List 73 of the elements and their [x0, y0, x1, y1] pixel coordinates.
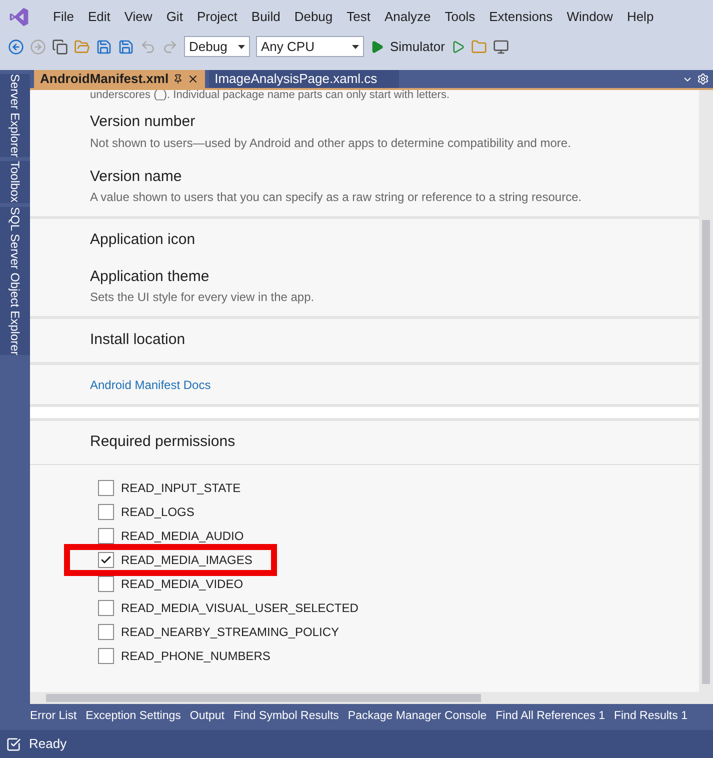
play-icon[interactable] — [370, 40, 384, 54]
setting-title: Application icon — [90, 230, 196, 250]
permission-label: READ_MEDIA_IMAGES — [121, 552, 252, 568]
menu-item[interactable]: Analyze — [377, 6, 438, 26]
setting-description: Sets the UI style for every view in the app. — [90, 289, 316, 306]
menu-item[interactable]: Project — [190, 6, 244, 26]
platform-dropdown[interactable]: Any CPU — [256, 36, 364, 57]
permission-label: READ_NEARBY_STREAMING_POLICY — [121, 624, 340, 640]
status-icon — [6, 736, 21, 752]
menu-item[interactable]: Window — [560, 6, 620, 26]
pin-icon[interactable] — [172, 74, 183, 84]
new-project-icon[interactable] — [52, 38, 68, 54]
checkbox[interactable] — [98, 648, 114, 664]
permission-label: READ_PHONE_NUMBERS — [121, 648, 270, 664]
caret-icon — [238, 44, 245, 48]
caret-icon — [352, 44, 359, 48]
menu-item[interactable]: Build — [244, 6, 288, 26]
setting-title: Version name — [90, 166, 183, 186]
menu-item[interactable]: Test — [340, 6, 378, 26]
logo-icon — [8, 6, 30, 28]
setting-title: Application theme — [90, 266, 210, 286]
run-button[interactable]: Simulator — [390, 36, 445, 56]
menu-item[interactable]: Tools — [438, 6, 482, 26]
checkbox[interactable] — [98, 504, 114, 520]
document-tab[interactable]: ImageAnalysisPage.xaml.cs — [208, 70, 399, 88]
tool-window-tab[interactable]: Package Manager Console — [348, 708, 487, 726]
side-tab[interactable]: SQL Server Object Explorer — [0, 206, 32, 356]
setting-description: A value shown to users that you can specify as a raw string or reference to a string resource. — [90, 189, 583, 206]
checkbox[interactable] — [98, 552, 114, 568]
tool-window-tab[interactable]: Find All References 1 — [496, 708, 605, 726]
checkbox[interactable] — [98, 624, 114, 640]
document-tab[interactable]: AndroidManifest.xml — [34, 70, 205, 88]
menu-item[interactable]: File — [46, 6, 81, 26]
check-icon — [100, 554, 112, 566]
folder-search-icon[interactable] — [470, 38, 487, 54]
save-all-icon[interactable] — [118, 38, 134, 54]
checkbox[interactable] — [98, 600, 114, 616]
checkbox[interactable] — [98, 528, 114, 544]
menu-item[interactable]: Git — [159, 6, 190, 26]
setting-title: Version number — [90, 112, 196, 132]
window-icon[interactable] — [492, 38, 509, 54]
tool-window-tab[interactable]: Find Results 1 — [614, 708, 688, 726]
checkbox[interactable] — [98, 480, 114, 496]
menu-item[interactable]: Debug — [287, 6, 340, 26]
save-icon[interactable] — [96, 38, 112, 54]
setting-title: Install location — [90, 330, 186, 350]
tool-window-tab[interactable]: Output — [190, 708, 224, 726]
side-tab[interactable]: Server Explorer — [0, 74, 32, 158]
settings-icon[interactable] — [697, 73, 709, 85]
setting-description: Not shown to users—used by Android and other apps to determine compatibility and more. — [90, 134, 572, 152]
tool-window-tab[interactable]: Exception Settings — [86, 708, 181, 726]
side-tab[interactable]: Toolbox — [0, 161, 32, 203]
permission-label: READ_INPUT_STATE — [121, 480, 241, 496]
tool-window-tab[interactable]: Error List — [30, 708, 77, 726]
permission-label: READ_LOGS — [121, 504, 194, 520]
permission-label: READ_MEDIA_AUDIO — [121, 528, 244, 544]
back-icon[interactable] — [8, 38, 24, 54]
partial-description: underscores (_). Individual package name parts can only start with letters. — [89, 90, 451, 101]
menu-item[interactable]: Extensions — [482, 6, 560, 26]
menu-item[interactable]: Help — [620, 6, 661, 26]
section-title: Required permissions — [90, 433, 236, 450]
permission-label: READ_MEDIA_VISUAL_USER_SELECTED — [121, 600, 358, 616]
tool-window-tab[interactable]: Find Symbol Results — [233, 708, 339, 726]
checkbox[interactable] — [98, 576, 114, 592]
status-text: Ready — [29, 735, 67, 754]
menu-item[interactable]: View — [117, 6, 160, 26]
permission-label: READ_MEDIA_VIDEO — [121, 576, 244, 592]
folder-icon[interactable] — [74, 38, 90, 54]
menu-item[interactable]: Edit — [80, 6, 118, 26]
docs-link[interactable]: Android Manifest Docs — [90, 378, 211, 392]
close-icon[interactable] — [186, 73, 199, 85]
configuration-dropdown[interactable]: Debug — [184, 36, 250, 57]
play-outline-icon[interactable] — [450, 40, 465, 54]
